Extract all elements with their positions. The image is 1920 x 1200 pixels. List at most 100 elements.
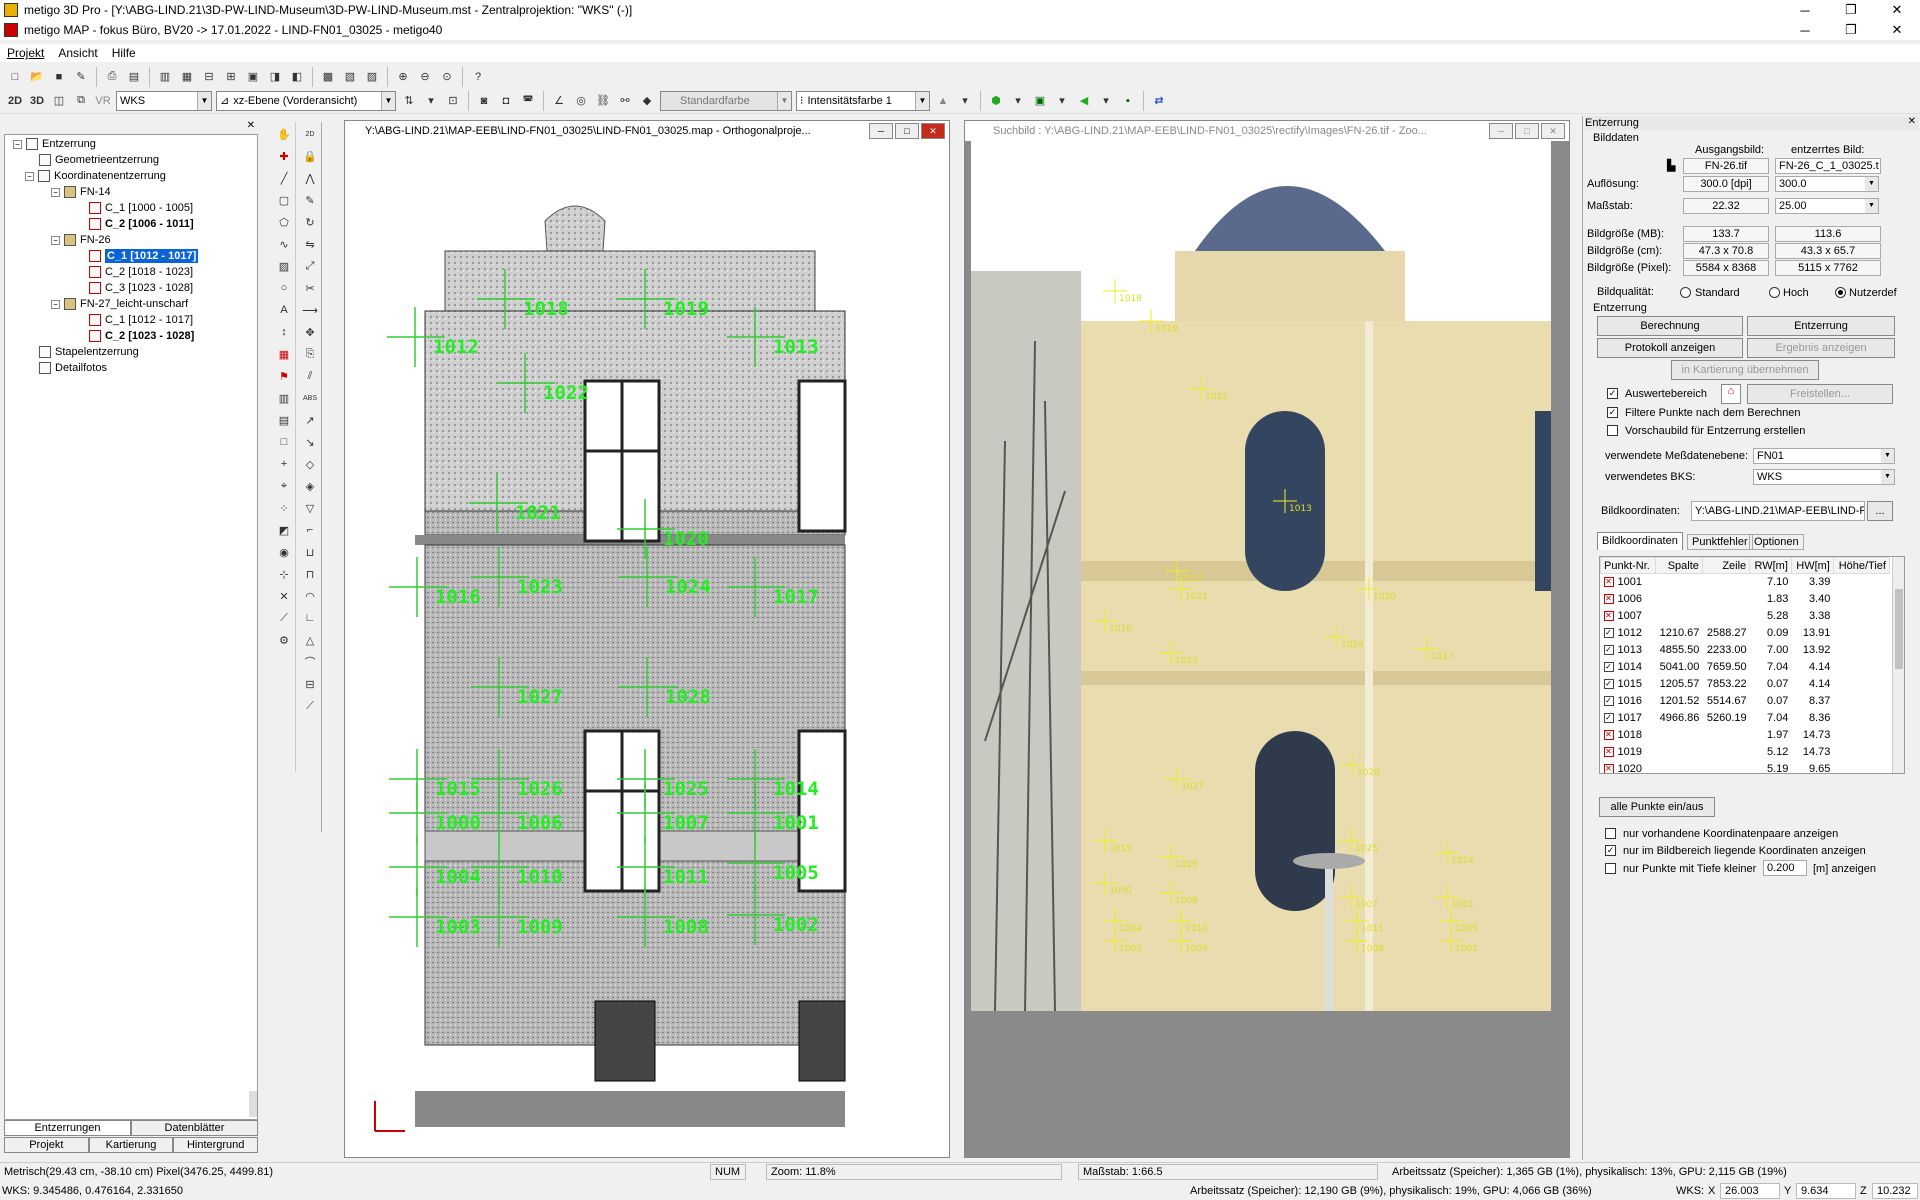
cell-punkt[interactable]: ✕ 1007 <box>1601 608 1656 625</box>
ortho-close-icon[interactable]: ✕ <box>921 123 945 139</box>
menu-projekt[interactable]: Projekt <box>0 44 51 62</box>
row-checkbox[interactable]: ✕ <box>1603 611 1614 622</box>
corner-icon[interactable]: ⌐ <box>300 520 320 540</box>
table-scrollbar[interactable] <box>1892 557 1904 773</box>
all-points-button[interactable]: alle Punkte ein/aus <box>1599 797 1715 817</box>
stack-icon[interactable]: ▤ <box>274 410 294 430</box>
table-row[interactable]: ✓ 1012 1210.67 2588.27 0.09 13.91 <box>1601 625 1890 642</box>
join-icon[interactable]: ⊔ <box>300 542 320 562</box>
pick-icon[interactable]: ✚ <box>274 146 294 166</box>
tree-fn26-c3[interactable]: C_3 [1023 - 1028] <box>105 281 193 295</box>
vorschau-checkbox[interactable] <box>1607 425 1618 436</box>
table-row[interactable]: ✕ 1006 1.83 3.40 <box>1601 591 1890 608</box>
scale-icon[interactable]: ⤢ <box>300 256 320 276</box>
swap-icon[interactable]: ⇄ <box>1149 91 1169 111</box>
opt1-checkbox[interactable] <box>1605 828 1616 839</box>
bk-browse-button[interactable]: ... <box>1867 501 1893 521</box>
slash-icon[interactable]: ⟋ <box>300 696 320 716</box>
tree-detail[interactable]: Detailfotos <box>55 361 107 375</box>
quality-standard-radio[interactable] <box>1680 287 1691 298</box>
mirror-icon[interactable]: ⇋ <box>300 234 320 254</box>
image-picker-icon[interactable]: ▙ <box>1667 159 1675 172</box>
curve-icon[interactable]: ∿ <box>274 234 294 254</box>
view3-icon[interactable]: ⊟ <box>199 67 219 87</box>
dim-icon[interactable]: ↕ <box>274 322 294 342</box>
link-icon[interactable]: ⛓ <box>593 91 613 111</box>
th-spalte[interactable]: Spalte <box>1654 557 1703 574</box>
tree-fn26-c2[interactable]: C_2 [1018 - 1023] <box>105 265 193 279</box>
row-checkbox[interactable]: ✓ <box>1603 713 1614 724</box>
photo-window-caption[interactable]: Suchbild : Y:\ABG-LIND.21\MAP-EEB\LIND-F… <box>965 121 1569 141</box>
photo-close-icon[interactable]: ✕ <box>1541 123 1565 139</box>
panel-close-icon[interactable]: ✕ <box>1908 116 1916 127</box>
table-row[interactable]: ✕ 1018 1.97 14.73 <box>1601 727 1890 744</box>
robot-icon[interactable]: ⚙ <box>274 630 294 650</box>
color-mode-select[interactable]: Standardfarbe ▼ <box>660 90 792 111</box>
entzerrung-button[interactable]: Entzerrung <box>1747 316 1895 336</box>
hand-icon[interactable]: ✋ <box>274 124 294 144</box>
tab-optionen[interactable]: Optionen <box>1749 534 1804 550</box>
tree-root[interactable]: Entzerrung <box>42 137 96 151</box>
table-row[interactable]: ✕ 1007 5.28 3.38 <box>1601 608 1890 625</box>
link2-icon[interactable]: ⚯ <box>615 91 635 111</box>
copy-icon[interactable]: ⎘ <box>300 344 320 364</box>
view7-icon[interactable]: ◧ <box>287 67 307 87</box>
arrow-tool-icon[interactable]: ↗ <box>300 410 320 430</box>
row-checkbox[interactable]: ✓ <box>1603 662 1614 673</box>
calc-icon[interactable]: ⊟ <box>300 674 320 694</box>
layer3-icon[interactable]: ◚ <box>518 91 538 111</box>
tab-kartierung[interactable]: Kartierung <box>88 1137 174 1153</box>
opt3-checkbox[interactable] <box>1605 863 1616 874</box>
tree-fn27-c1[interactable]: C_1 [1012 - 1017] <box>105 313 193 327</box>
cell-punkt[interactable]: ✓ 1015 <box>1601 676 1656 693</box>
circle-icon[interactable]: ○ <box>274 278 294 298</box>
tree-close-icon[interactable]: ✕ <box>247 120 255 131</box>
table-row[interactable]: ✓ 1013 4855.50 2233.00 7.00 13.92 <box>1601 642 1890 659</box>
collapse-icon[interactable]: − <box>51 299 60 309</box>
th-zeile[interactable]: Zeile <box>1701 557 1751 574</box>
photo-minimize-icon[interactable]: ─ <box>1489 123 1513 139</box>
cell-punkt[interactable]: ✓ 1014 <box>1601 659 1656 676</box>
offset-icon[interactable]: ⫽ <box>300 366 320 386</box>
tree-fn26-c1[interactable]: C_1 [1012 - 1017] <box>105 249 199 263</box>
rect-select-icon[interactable]: ▢ <box>274 190 294 210</box>
view6-icon[interactable]: ◨ <box>265 67 285 87</box>
table-row[interactable]: ✕ 1020 5.19 9.65 <box>1601 761 1890 773</box>
extend-icon[interactable]: ⟶ <box>300 300 320 320</box>
auswerte-checkbox[interactable]: ✓ <box>1607 388 1618 399</box>
abs-icon[interactable]: ABS <box>300 388 320 408</box>
tree-fn14-c1[interactable]: C_1 [1000 - 1005] <box>105 201 193 215</box>
doc-minimize-icon[interactable]: ─ <box>1782 20 1828 40</box>
snap-icon[interactable]: ⊡ <box>443 91 463 111</box>
row-checkbox[interactable]: ✕ <box>1603 577 1614 588</box>
lock-tool-icon[interactable]: 🔒 <box>300 146 320 166</box>
grid2-icon[interactable]: ▧ <box>340 67 360 87</box>
layer2-icon[interactable]: ◘ <box>496 91 516 111</box>
ortho-maximize-icon[interactable]: □ <box>895 123 919 139</box>
close-icon[interactable]: ✕ <box>1874 0 1920 20</box>
tree-fn26[interactable]: FN-26 <box>80 233 111 247</box>
cross-icon[interactable]: ✕ <box>274 586 294 606</box>
row-checkbox[interactable]: ✕ <box>1603 747 1614 758</box>
target-icon[interactable]: ◎ <box>571 91 591 111</box>
split-icon[interactable]: ◫ <box>49 91 69 111</box>
text-icon[interactable]: A <box>274 300 294 320</box>
dropdown-icon[interactable]: ▾ <box>955 91 975 111</box>
export-icon[interactable]: ▪ <box>1118 91 1138 111</box>
th-rw[interactable]: RW[m] <box>1749 557 1792 574</box>
tree-fn14-c2[interactable]: C_2 [1006 - 1011] <box>105 217 194 231</box>
menu-ansicht[interactable]: Ansicht <box>51 44 104 62</box>
table-row[interactable]: ✕ 1019 5.12 14.73 <box>1601 744 1890 761</box>
cell-punkt[interactable]: ✕ 1018 <box>1601 727 1656 744</box>
zoom-out-icon[interactable]: ⊖ <box>415 67 435 87</box>
filtere-checkbox[interactable]: ✓ <box>1607 407 1618 418</box>
edit-icon[interactable]: ✎ <box>71 67 91 87</box>
tab-hintergrund[interactable]: Hintergrund <box>173 1137 259 1153</box>
snap-point-icon[interactable]: ⌖ <box>274 476 294 496</box>
save-icon[interactable]: ■ <box>49 67 69 87</box>
cell-punkt[interactable]: ✕ 1019 <box>1601 744 1656 761</box>
tab-projekt[interactable]: Projekt <box>4 1137 89 1153</box>
mass-dst-select[interactable]: 25.00 ▼ <box>1775 198 1879 214</box>
ortho-window-caption[interactable]: Y:\ABG-LIND.21\MAP-EEB\LIND-FN01_03025\L… <box>345 121 949 141</box>
doc-restore-icon[interactable]: ❐ <box>1828 20 1874 40</box>
